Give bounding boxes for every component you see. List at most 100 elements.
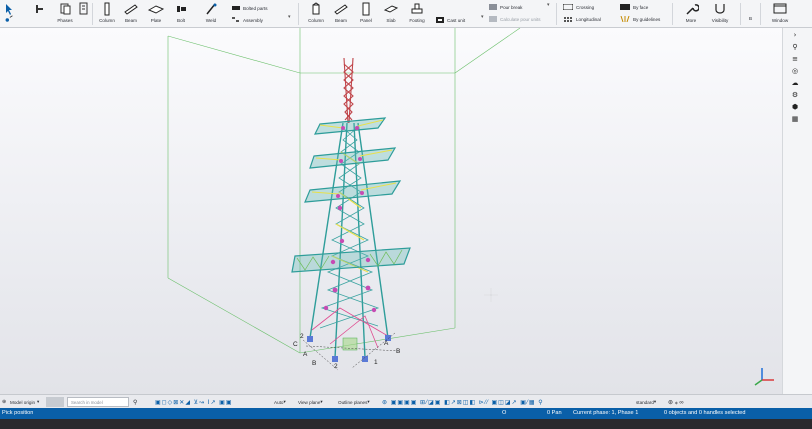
bolt-icon [177, 6, 186, 12]
phases-label: Phases [57, 18, 73, 23]
status-phase: Current phase: 1, Phase 1 [573, 410, 639, 416]
more-button[interactable]: More [680, 0, 702, 28]
grid-label: C [293, 341, 298, 348]
panel-icon [362, 2, 370, 16]
steel-column-button[interactable]: Column [96, 0, 118, 28]
model-origin-label: Model origin [10, 399, 36, 405]
transmission-tower[interactable] [291, 57, 411, 362]
by-guidelines-label: By guidelines [633, 16, 661, 22]
properties-icon: ⚲ [792, 43, 798, 51]
crossing-button[interactable]: Crossing [563, 2, 594, 12]
concrete-dropdown-caret[interactable]: ▾ [481, 14, 484, 20]
grid-button[interactable]: ▦ [789, 114, 801, 124]
steel-beam-button[interactable]: Beam [120, 0, 142, 28]
outline-planes-dropdown[interactable]: Outline planes ▾ [338, 397, 370, 407]
weld-label: Weld [205, 18, 217, 23]
view-plane-dropdown[interactable]: View plane ▾ [298, 397, 323, 407]
cast-unit-label: Cast unit [447, 17, 466, 23]
expand-panel-button[interactable]: › [789, 30, 801, 40]
by-guidelines-icon [620, 16, 630, 22]
extra-switches[interactable]: ⊛ ⁎ ∞ [668, 397, 684, 407]
grid-label: B [312, 360, 316, 367]
grid-label: 2 [334, 363, 338, 370]
window-button[interactable]: Window [768, 0, 792, 28]
axis-indicator [754, 368, 774, 386]
b-label: B [749, 15, 753, 21]
pour-dropdown-caret[interactable]: ▾ [547, 2, 550, 8]
globe-icon: ◎ [791, 67, 799, 75]
search-input[interactable]: Search in model [67, 397, 129, 407]
copy-tool[interactable] [76, 0, 90, 28]
standard-dropdown[interactable]: standard ▾ [636, 397, 656, 407]
steel-dropdown-caret[interactable]: ▾ [288, 14, 291, 20]
search-button[interactable]: ⚲ [133, 397, 137, 407]
slab-button[interactable]: Slab [380, 0, 402, 28]
cast-unit-button[interactable]: Cast unit [436, 15, 465, 25]
plate-button[interactable]: Plate [145, 0, 167, 28]
grid-label: 1 [374, 359, 378, 366]
bolted-parts-button[interactable]: Bolted parts [232, 3, 268, 13]
visibility-icon [715, 4, 725, 14]
snap-switch-icons: ⊛ ▣▣▣▣ ⊞⁄◪▣ ◧↗⊠◫◧ ⊳⁄⁄ ▣◫◪↗ ▣⁄▦ ⚲ [382, 399, 544, 406]
wrench-icon [686, 4, 699, 15]
model-origin-dropdown[interactable]: ⊕ Model origin ▾ [2, 397, 39, 407]
visibility-button[interactable]: Visibility [708, 0, 732, 28]
globe-button[interactable]: ◎ [789, 66, 801, 76]
ribbon-toolbar: Phases Column Beam Plate Bolt Weld Bolte… [0, 0, 812, 28]
concrete-column-icon [312, 2, 320, 15]
footing-button[interactable]: Footing [405, 0, 429, 28]
outline-planes-label: Outline planes [338, 399, 368, 405]
concrete-column-button[interactable]: Column [305, 0, 327, 28]
panel-button[interactable]: Panel [355, 0, 377, 28]
auto-dropdown[interactable]: Auto ▾ [274, 397, 286, 407]
assembly-button[interactable]: Assembly [232, 15, 263, 25]
standard-label: standard [636, 399, 654, 405]
pour-break-label: Pour break [500, 4, 523, 10]
crossing-label: Crossing [576, 4, 595, 10]
object-button[interactable]: ⬢ [789, 102, 801, 112]
bottom-toolbar: ⊕ Model origin ▾ Search in model ⚲ ▣◻◇⊠✕… [0, 394, 812, 408]
filter-button[interactable]: ≡ [789, 54, 801, 64]
bolted-parts-label: Bolted parts [243, 5, 268, 11]
settings-button[interactable]: ⚙ [789, 90, 801, 100]
cloud-button[interactable]: ☁ [789, 78, 801, 88]
search-placeholder: Search in model [71, 399, 103, 405]
gear-icon: ⚙ [791, 91, 799, 99]
weld-button[interactable]: Weld [200, 0, 222, 28]
window-bottom-edge [0, 419, 812, 429]
snap-icon [5, 15, 13, 22]
window-label: Window [771, 18, 789, 23]
model-viewport[interactable]: 2 C A B 1 2 A B [0, 28, 782, 394]
work-plane-tool[interactable] [30, 0, 48, 28]
by-guidelines-button[interactable]: By guidelines [620, 14, 660, 24]
window-icon [773, 3, 787, 14]
grid-label: B [396, 348, 400, 355]
model-view-canvas[interactable]: 2 C A B 1 2 A B [0, 28, 782, 394]
footing-label: Footing [409, 18, 425, 23]
phases-button[interactable]: Phases [54, 0, 76, 28]
weld-icon [206, 3, 217, 15]
properties-button[interactable]: ⚲ [789, 42, 801, 52]
document-icon [79, 2, 88, 15]
toggle-pair[interactable] [46, 397, 64, 407]
column-icon [104, 2, 110, 16]
steel-column-label: Column [99, 18, 115, 23]
calculate-pour-units-button[interactable]: Calculate pour units [489, 14, 541, 24]
filter-icon: ≡ [792, 55, 798, 63]
snap-switches[interactable]: ⊛ ▣▣▣▣ ⊞⁄◪▣ ◧↗⊠◫◧ ⊳⁄⁄ ▣◫◪↗ ▣⁄▦ ⚲ [382, 397, 544, 407]
snap-tool[interactable] [2, 12, 16, 26]
concrete-beam-button[interactable]: Beam [330, 0, 352, 28]
more-label: More [685, 18, 697, 23]
visibility-label: Visibility [711, 18, 729, 23]
longitudinal-icon [564, 17, 572, 22]
assembly-icon [232, 17, 239, 22]
ribbon-separator [740, 3, 741, 25]
pour-units-icon [489, 16, 497, 22]
chevron-down-icon: ▾ [320, 399, 323, 404]
longitudinal-button[interactable]: Longitudinal [563, 14, 601, 24]
selection-switches[interactable]: ▣◻◇⊠✕◢ ⊻↝ Ⅰ↗ ▣▣ [155, 397, 233, 407]
pour-break-button[interactable]: Pour break [489, 2, 522, 12]
bolt-button[interactable]: Bolt [170, 0, 192, 28]
by-face-button[interactable]: By face [620, 2, 648, 12]
phases-icon [60, 3, 71, 15]
